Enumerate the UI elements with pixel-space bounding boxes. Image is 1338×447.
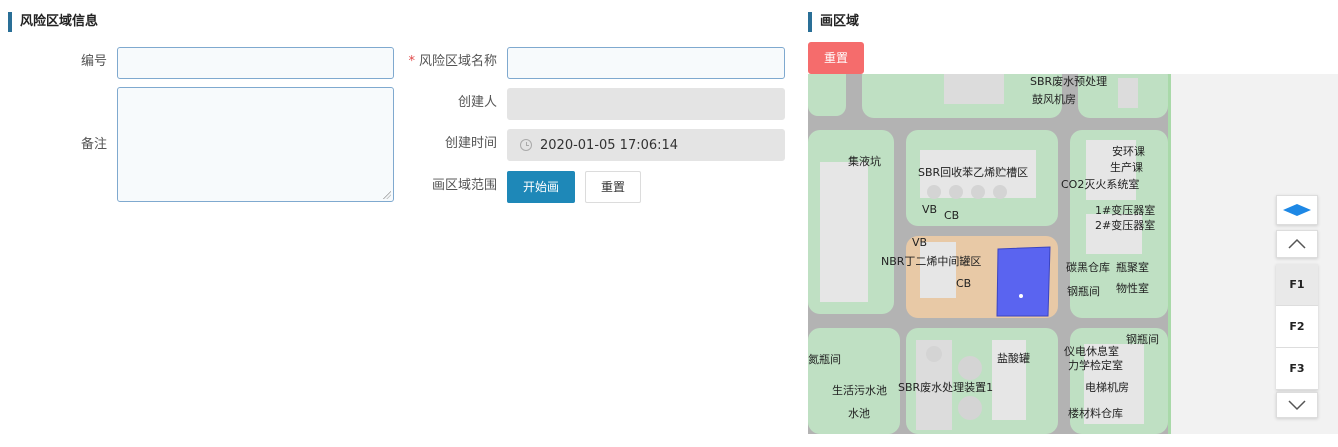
map-label: CB xyxy=(944,209,960,222)
remark-textarea[interactable] xyxy=(118,88,393,201)
risk-area-info-title: 风险区域信息 xyxy=(8,12,98,32)
area-name-label-text: 风险区域名称 xyxy=(418,54,497,69)
map-canvas[interactable]: SBR废水预处理 鼓风机房 集液坑 SBR回收苯乙烯贮槽区 VB CB 安环课 … xyxy=(808,74,1338,434)
map-label: 钢瓶间 xyxy=(1067,285,1100,298)
map-label: 鼓风机房 xyxy=(1032,93,1076,106)
reset-range-button[interactable]: 重置 xyxy=(585,171,641,203)
map-label: 碳黑仓库 xyxy=(1066,261,1110,274)
resize-grip-icon[interactable] xyxy=(383,191,391,199)
number-label: 编号 xyxy=(80,54,107,69)
map-label: SBR废水预处理 xyxy=(1030,75,1108,88)
map-label: 氮瓶间 xyxy=(808,353,841,366)
created-time-label: 创建时间 xyxy=(444,136,497,151)
map-label: CB xyxy=(956,277,972,290)
floor-down-button[interactable] xyxy=(1276,392,1318,418)
creator-field xyxy=(507,88,785,120)
floor-f2-button[interactable]: F2 xyxy=(1276,306,1318,348)
area-name-field[interactable] xyxy=(507,47,785,79)
map-label: 盐酸罐 xyxy=(997,352,1030,365)
map-label: 2#变压器室 xyxy=(1095,219,1156,232)
map-reset-button[interactable]: 重置 xyxy=(808,42,864,74)
map-label: 力学检定室 xyxy=(1068,359,1123,372)
created-time-field: 2020-01-05 17:06:14 xyxy=(507,129,785,161)
floor-f1-button[interactable]: F1 xyxy=(1276,264,1318,306)
map-label: 集液坑 xyxy=(848,155,881,168)
map-label: 瓶聚室 xyxy=(1116,261,1149,274)
floor-f3-button[interactable]: F3 xyxy=(1276,348,1318,390)
map-label: 1#变压器室 xyxy=(1095,204,1156,217)
map-base xyxy=(808,74,1168,434)
page: 风险区域信息 编号 备注 * 风险区域名称 创建人 创建时间 2020-01-05… xyxy=(0,0,1338,447)
creator-input xyxy=(508,89,784,119)
layer-diamond-icon xyxy=(1283,204,1311,216)
creator-label: 创建人 xyxy=(457,95,497,110)
map-label: 生活污水池 xyxy=(832,384,887,397)
map-label: 生产课 xyxy=(1110,161,1143,174)
map-label: CO2灭火系统室 xyxy=(1061,178,1140,191)
map-label: 电梯机房 xyxy=(1085,381,1129,394)
created-time-value: 2020-01-05 17:06:14 xyxy=(540,137,679,153)
area-name-label: * 风险区域名称 xyxy=(396,47,497,77)
number-field[interactable] xyxy=(117,47,394,79)
remark-label: 备注 xyxy=(80,137,107,152)
map-label: 仪电休息室 xyxy=(1064,345,1119,358)
required-mark: * xyxy=(408,54,415,69)
layer-toggle-button[interactable] xyxy=(1276,195,1318,225)
draw-area-title: 画区域 xyxy=(808,12,859,32)
number-input[interactable] xyxy=(118,48,393,78)
map-label: 楼材料仓库 xyxy=(1068,407,1123,420)
clock-icon xyxy=(520,139,532,151)
draw-range-label: 画区域范围 xyxy=(431,178,497,193)
map-label: NBR丁二烯中间罐区 xyxy=(881,255,982,268)
map-label: 物性室 xyxy=(1116,282,1149,295)
map-label: VB xyxy=(922,203,938,216)
remark-field[interactable] xyxy=(117,87,394,202)
floor-up-button[interactable] xyxy=(1276,230,1318,258)
map-label: VB xyxy=(912,236,928,249)
area-name-input[interactable] xyxy=(508,48,784,78)
map-label: 钢瓶间 xyxy=(1126,333,1159,346)
map-label: SBR回收苯乙烯贮槽区 xyxy=(918,166,1029,179)
start-draw-button[interactable]: 开始画 xyxy=(507,171,575,203)
chevron-up-icon xyxy=(1288,238,1306,249)
map-label: 安环课 xyxy=(1112,145,1145,158)
map-label: SBR废水处理装置1 xyxy=(898,381,994,394)
map-label: 水池 xyxy=(848,407,870,420)
chevron-down-icon xyxy=(1288,400,1306,411)
